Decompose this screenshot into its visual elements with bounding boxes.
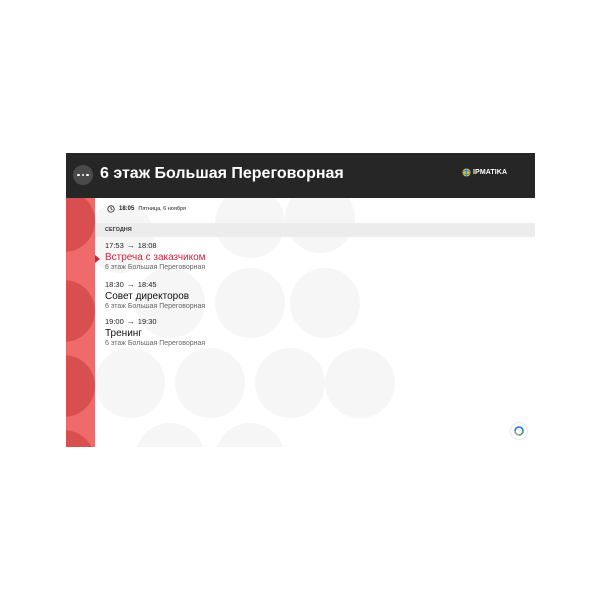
refresh-icon <box>514 426 524 436</box>
current-datetime: 18:05 Пятница, 6 ноября <box>107 205 186 213</box>
sidebar-decoration <box>66 430 95 447</box>
current-time: 18:05 <box>119 206 135 212</box>
room-display-screen: 6 этаж Большая Переговорная IPMATIKA 18:… <box>66 153 535 447</box>
active-event-marker <box>95 255 100 263</box>
logo-text: IPMATIKA <box>473 169 508 176</box>
today-label: СЕГОДНЯ <box>105 227 132 233</box>
more-horizontal-icon[interactable] <box>73 165 93 185</box>
event-title: Тренинг <box>105 328 142 339</box>
sidebar-decoration <box>66 355 95 417</box>
today-section-header: СЕГОДНЯ <box>95 223 535 237</box>
event-item[interactable]: 17:53 → 18:08 Встреча с заказчиком 6 этаж … <box>105 241 206 271</box>
sidebar-decoration <box>66 280 95 342</box>
room-title: 6 этаж Большая Переговорная <box>100 165 344 182</box>
event-item[interactable]: 19:00 → 19:30 Тренинг 6 этаж Большая Перег… <box>105 317 205 347</box>
event-time: 18:30 → 18:45 <box>105 280 157 289</box>
event-room: 6 этаж Большая Переговорная <box>105 264 206 271</box>
clock-icon <box>107 205 115 213</box>
recaptcha-icon[interactable] <box>511 423 527 439</box>
event-room: 6 этаж Большая Переговорная <box>105 303 206 310</box>
event-title: Совет директоров <box>105 291 190 302</box>
status-sidebar <box>66 198 95 447</box>
header-bar: 6 этаж Большая Переговорная IPMATIKA <box>66 153 535 198</box>
event-room: 6 этаж Большая Переговорная <box>105 340 206 347</box>
globe-icon <box>462 168 471 177</box>
current-date: Пятница, 6 ноября <box>138 206 186 212</box>
brand-logo: IPMATIKA <box>462 168 507 177</box>
event-time: 19:00 → 19:30 <box>105 317 157 326</box>
schedule-panel: 18:05 Пятница, 6 ноября СЕГОДНЯ 17:53 → 18… <box>95 198 535 447</box>
event-title: Встреча с заказчиком <box>105 252 206 263</box>
event-time: 17:53 → 18:08 <box>105 241 157 250</box>
event-item[interactable]: 18:30 → 18:45 Совет директоров 6 этаж Боль… <box>105 280 205 310</box>
sidebar-decoration <box>66 198 95 252</box>
